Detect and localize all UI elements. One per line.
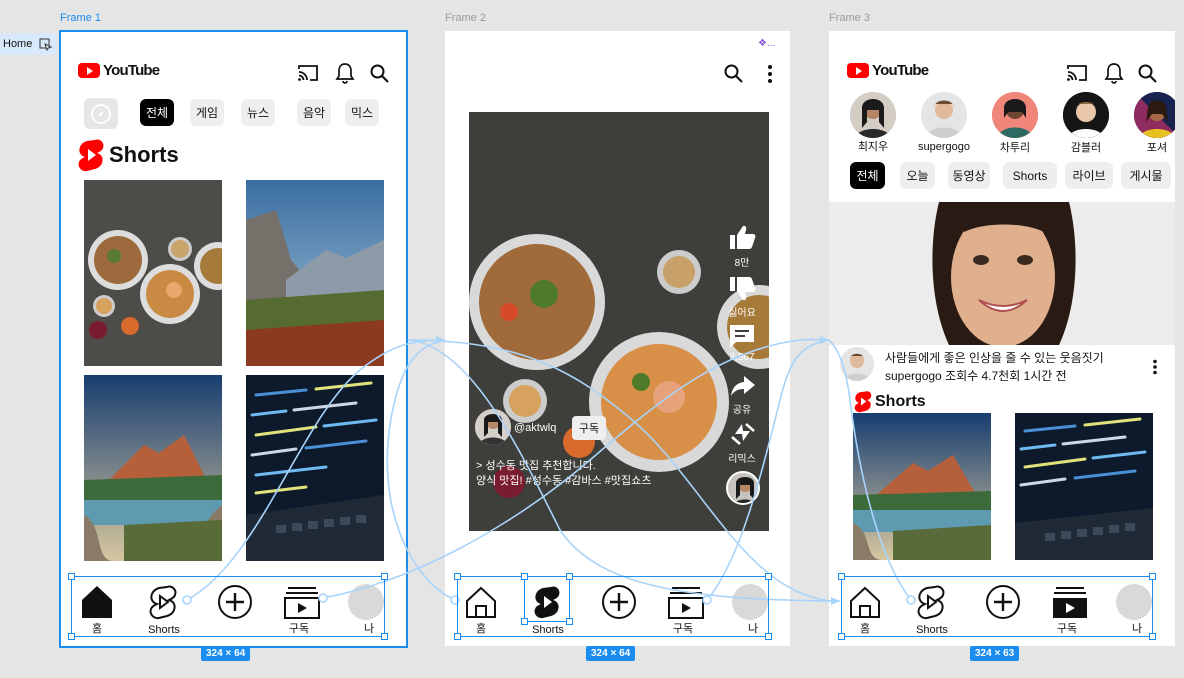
resize-handle[interactable] — [566, 573, 573, 580]
dimension-badge-2: 324 × 64 — [586, 646, 636, 661]
shorts-header: Shorts — [853, 390, 926, 413]
subscription-avatar-5[interactable] — [1134, 92, 1175, 138]
frame-label-1[interactable]: Frame 1 — [60, 12, 101, 24]
resize-handle[interactable] — [1149, 633, 1156, 640]
resize-handle[interactable] — [454, 633, 461, 640]
person-photo-image — [1063, 92, 1109, 138]
subscription-avatar-3[interactable] — [992, 92, 1038, 138]
dislike-icon[interactable] — [728, 276, 756, 302]
resize-handle[interactable] — [68, 573, 75, 580]
chip-videos[interactable]: 동영상 — [948, 162, 990, 189]
bell-icon[interactable] — [1104, 62, 1124, 84]
mountain-lake-image — [853, 413, 991, 560]
resize-handle[interactable] — [381, 573, 388, 580]
subscription-avatar-4[interactable] — [1063, 92, 1109, 138]
comment-count: 3,567 — [729, 352, 755, 363]
frame-2[interactable]: ❖... 8만 싫어요 3,567 공유 리믹스 @aktwlq 구독 > 성수… — [445, 31, 790, 646]
subscription-avatar-1[interactable] — [850, 92, 896, 138]
resize-handle[interactable] — [521, 573, 528, 580]
smiling-woman-image — [829, 202, 1175, 345]
resize-handle[interactable] — [765, 573, 772, 580]
video-meta: supergogo 조회수 4.7천회 1시간 전 — [885, 369, 1067, 383]
chip-posts[interactable]: 게시물 — [1121, 162, 1171, 189]
remix-icon[interactable] — [730, 421, 756, 447]
shorts-thumb-mountain-lake[interactable] — [853, 413, 991, 560]
person-photo-image — [1134, 92, 1175, 138]
play-flow-icon — [39, 38, 53, 51]
shorts-title: Shorts — [875, 392, 926, 410]
video-thumbnail[interactable] — [829, 202, 1175, 345]
dimension-badge-1: 324 × 64 — [201, 646, 251, 661]
share-icon[interactable] — [730, 374, 756, 398]
frame-1-selection — [59, 30, 408, 648]
frame-label-2[interactable]: Frame 2 — [445, 12, 486, 24]
more-vertical-icon[interactable] — [1152, 359, 1158, 375]
navbar-selection-1 — [71, 576, 385, 637]
person-photo-image — [850, 92, 896, 138]
resize-handle[interactable] — [521, 618, 528, 625]
like-icon[interactable] — [728, 224, 756, 250]
channel-handle[interactable]: @aktwlq — [514, 422, 556, 434]
youtube-logo[interactable]: YouTube — [847, 62, 929, 79]
chip-shorts[interactable]: Shorts — [1003, 162, 1057, 189]
frame-label-3[interactable]: Frame 3 — [829, 12, 870, 24]
subscription-name-5: 포셔 — [1146, 142, 1168, 154]
subscription-name-4: 감블러 — [1070, 142, 1102, 154]
share-label: 공유 — [732, 405, 752, 416]
channel-avatar[interactable] — [840, 347, 874, 381]
subscription-name-2: supergogo — [918, 141, 970, 153]
subscription-avatar-2[interactable] — [921, 92, 967, 138]
search-icon[interactable] — [1138, 64, 1157, 83]
caption-line-1: > 성수동 맛집 추천합니다. — [476, 460, 596, 472]
shorts-thumb-code[interactable] — [1015, 413, 1153, 560]
chip-all[interactable]: 전체 — [850, 162, 885, 189]
like-count: 8만 — [734, 258, 750, 269]
resize-handle[interactable] — [566, 618, 573, 625]
resize-handle[interactable] — [381, 633, 388, 640]
video-title[interactable]: 사람들에게 좋은 인상을 줄 수 있는 웃음짓기 — [885, 349, 1104, 366]
shorts-logo-icon — [854, 391, 872, 413]
subscription-name-1: 최지우 — [857, 141, 889, 153]
audio-disc-avatar[interactable] — [726, 471, 760, 505]
plugin-badge[interactable]: ❖... — [758, 38, 775, 49]
person-avatar-image — [840, 347, 874, 381]
frame-3[interactable]: YouTube 최지우 supergogo 차투리 감블러 포셔 전체 오늘 동… — [829, 31, 1175, 646]
dislike-label: 싫어요 — [728, 308, 756, 319]
chip-live[interactable]: 라이브 — [1065, 162, 1113, 189]
comment-icon[interactable] — [728, 323, 756, 349]
caption-line-2: 양식 맛집! #성수동 #감바스 #맛집쇼츠 — [476, 475, 652, 487]
person-avatar-image — [475, 409, 511, 445]
home-flow-tag[interactable]: Home — [0, 33, 56, 55]
person-photo-image — [992, 92, 1038, 138]
navbar-selection-3 — [841, 576, 1153, 637]
resize-handle[interactable] — [1149, 573, 1156, 580]
remix-label: 리믹스 — [728, 454, 756, 465]
cast-icon[interactable] — [1066, 64, 1088, 82]
channel-avatar[interactable] — [475, 409, 511, 445]
chip-today[interactable]: 오늘 — [900, 162, 935, 189]
resize-handle[interactable] — [765, 633, 772, 640]
shorts-icon-selection — [524, 576, 570, 622]
resize-handle[interactable] — [838, 633, 845, 640]
resize-handle[interactable] — [68, 633, 75, 640]
resize-handle[interactable] — [838, 573, 845, 580]
subscribe-button[interactable]: 구독 — [572, 416, 606, 440]
search-icon[interactable] — [724, 64, 743, 83]
subscription-name-3: 차투리 — [999, 142, 1031, 154]
youtube-play-icon — [847, 63, 869, 78]
home-tag-label: Home — [3, 38, 33, 50]
person-photo-image — [921, 92, 967, 138]
more-vertical-icon[interactable] — [767, 64, 773, 84]
code-screen-image — [1015, 413, 1153, 560]
dimension-badge-3: 324 × 63 — [970, 646, 1020, 661]
navbar-selection-2 — [457, 576, 769, 637]
short-video-player[interactable]: 8만 싫어요 3,567 공유 리믹스 @aktwlq 구독 > 성수동 맛집 … — [469, 112, 769, 531]
resize-handle[interactable] — [454, 573, 461, 580]
